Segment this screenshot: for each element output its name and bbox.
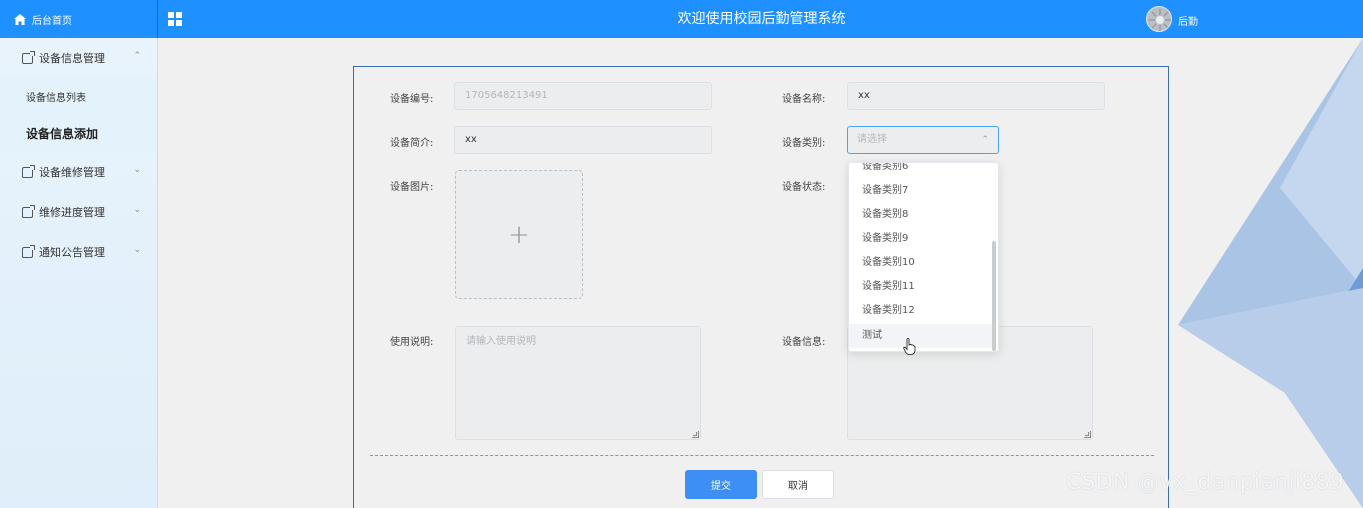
chevron-up-icon: ⌃ xyxy=(981,135,989,145)
device-intro-label: 设备简介: xyxy=(390,138,434,149)
device-type-label: 设备类别: xyxy=(782,138,826,149)
dropdown-option[interactable]: 设备类别7 xyxy=(849,179,994,203)
usage-placeholder: 请输入使用说明 xyxy=(466,336,536,347)
sidebar-item-device-add[interactable]: 设备信息添加 xyxy=(0,115,157,152)
menu-doc-icon xyxy=(22,50,35,64)
device-intro-input[interactable]: xx xyxy=(454,126,712,154)
device-type-placeholder: 请选择 xyxy=(857,134,887,145)
usage-textarea[interactable]: 请输入使用说明 xyxy=(455,326,701,440)
dropdown-option[interactable]: 设备类别9 xyxy=(849,227,994,251)
device-code-label: 设备编号: xyxy=(390,94,434,105)
chevron-down-icon: ⌄ xyxy=(133,165,141,175)
device-name-input[interactable]: xx xyxy=(847,82,1105,110)
menu-group-repair-progress[interactable]: 维修进度管理 ⌄ xyxy=(0,192,157,232)
background-decoration xyxy=(1170,38,1363,508)
menu-group-label: 维修进度管理 xyxy=(39,206,105,219)
menu-group-notice[interactable]: 通知公告管理 ⌄ xyxy=(0,232,157,272)
chevron-up-icon: ⌃ xyxy=(133,51,141,61)
device-name-label: 设备名称: xyxy=(782,94,826,105)
cancel-button[interactable]: 取消 xyxy=(762,470,834,499)
sidebar-item-device-list[interactable]: 设备信息列表 xyxy=(0,78,157,115)
menu-group-device-repair[interactable]: 设备维修管理 ⌄ xyxy=(0,152,157,192)
user-name[interactable]: 后勤 xyxy=(1178,13,1198,28)
form-divider xyxy=(370,455,1154,456)
dropdown-scrollbar[interactable] xyxy=(992,241,996,351)
menu-doc-icon xyxy=(22,244,35,258)
menu-group-label: 通知公告管理 xyxy=(39,246,105,259)
menu-group-label: 设备维修管理 xyxy=(39,166,105,179)
dropdown-option[interactable]: 设备类别6 xyxy=(849,163,994,179)
device-info-label: 设备信息: xyxy=(782,337,826,348)
dropdown-option[interactable]: 设备类别12 xyxy=(849,299,994,323)
home-icon xyxy=(14,13,26,25)
device-type-dropdown[interactable]: 设备类别6 设备类别7 设备类别8 设备类别9 设备类别10 设备类别11 设备… xyxy=(848,162,999,352)
resize-handle[interactable] xyxy=(692,431,699,438)
resize-handle[interactable] xyxy=(1084,431,1091,438)
menu-doc-icon xyxy=(22,164,35,178)
chevron-down-icon: ⌄ xyxy=(133,205,141,215)
submit-button[interactable]: 提交 xyxy=(685,470,757,499)
submenu-device-info: 设备信息列表 设备信息添加 xyxy=(0,78,157,152)
home-link[interactable]: 后台首页 xyxy=(0,0,158,38)
dropdown-option[interactable]: 设备类别8 xyxy=(849,203,994,227)
dropdown-option[interactable]: 设备类别10 xyxy=(849,251,994,275)
sidebar: 设备信息管理 ⌃ 设备信息列表 设备信息添加 设备维修管理 ⌄ 维修进度管理 ⌄… xyxy=(0,38,158,508)
menu-doc-icon xyxy=(22,204,35,218)
device-code-input[interactable]: 1705648213491 xyxy=(454,82,712,110)
dropdown-option-hovered[interactable]: 测试 xyxy=(849,324,994,348)
image-upload[interactable]: + xyxy=(455,170,583,299)
home-label: 后台首页 xyxy=(32,15,72,27)
device-type-select[interactable]: 请选择 ⌃ xyxy=(847,126,999,154)
avatar[interactable] xyxy=(1146,6,1172,32)
usage-label: 使用说明: xyxy=(390,337,434,348)
device-status-label: 设备状态: xyxy=(782,182,826,193)
chevron-down-icon: ⌄ xyxy=(133,245,141,255)
dropdown-option[interactable]: 设备类别11 xyxy=(849,275,994,299)
grid-menu-icon[interactable] xyxy=(168,12,182,26)
avatar-image xyxy=(1147,7,1171,31)
form-card: 设备编号: 1705648213491 设备名称: xx 设备简介: xx 设备… xyxy=(353,66,1169,508)
device-image-label: 设备图片: xyxy=(390,182,434,193)
plus-icon: + xyxy=(508,219,530,250)
hand-cursor-icon xyxy=(903,338,916,355)
menu-group-label: 设备信息管理 xyxy=(39,52,105,65)
top-header: 后台首页 欢迎使用校园后勤管理系统 后勤 xyxy=(0,0,1363,38)
menu-group-device-info[interactable]: 设备信息管理 ⌃ xyxy=(0,38,157,78)
